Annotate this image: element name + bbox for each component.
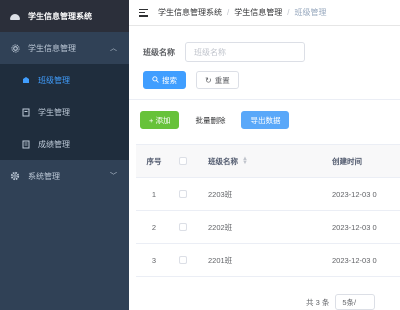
- add-button[interactable]: + 添加: [140, 111, 180, 129]
- batch-delete-button[interactable]: 批量删除: [187, 111, 234, 129]
- main-content: 班级名称 搜索 ↻ 重置 + 添加 批量删除 导出数据 序号 班级名称 ▲▼: [129, 26, 400, 310]
- chevron-up-icon: ︿: [110, 45, 117, 52]
- breadcrumb-current: 班级管理: [294, 8, 327, 17]
- cell-index: 2: [151, 222, 157, 232]
- sidebar-item-label: 成绩管理: [38, 139, 70, 149]
- search-form: 班级名称: [143, 42, 305, 62]
- settings-icon: [10, 43, 20, 53]
- sidebar-item-student-management[interactable]: 学生管理: [0, 96, 129, 128]
- sidebar-group-system-management[interactable]: 系统管理 ﹀: [0, 160, 129, 192]
- page-size-select[interactable]: 5条/: [335, 294, 376, 310]
- cell-select: [172, 256, 194, 264]
- table-header-row: 序号 班级名称 ▲ ▼ 创建时间: [136, 145, 400, 178]
- search-button-label: 搜索: [162, 75, 177, 85]
- column-header-class-name[interactable]: 班级名称 ▲ ▼: [194, 156, 318, 167]
- search-actions: 搜索 ↻ 重置: [143, 71, 239, 89]
- hamburger-icon[interactable]: [139, 8, 148, 17]
- sidebar-group-student-info[interactable]: 学生信息管理 ︿: [0, 32, 129, 64]
- refresh-icon: ↻: [205, 75, 212, 85]
- dashboard-icon: [10, 12, 20, 20]
- cell-index: 3: [151, 255, 157, 265]
- column-header-label: 班级名称: [208, 156, 238, 166]
- row-checkbox[interactable]: [179, 190, 187, 198]
- chevron-down-icon: ﹀: [110, 173, 117, 180]
- breadcrumb-item[interactable]: 学生信息管理: [234, 7, 282, 18]
- breadcrumb-item[interactable]: 学生信息管理系统: [158, 7, 222, 18]
- cell-class-name: 2203班: [208, 189, 233, 199]
- sort-icon[interactable]: ▲ ▼: [242, 156, 248, 166]
- reset-button[interactable]: ↻ 重置: [196, 71, 239, 89]
- sidebar-item-label: 班级管理: [38, 75, 70, 85]
- table-toolbar: + 添加 批量删除 导出数据: [140, 111, 290, 129]
- pagination-total: 共 3 条: [306, 297, 330, 307]
- gear-icon: [10, 171, 20, 181]
- class-name-input[interactable]: [185, 42, 305, 62]
- search-button[interactable]: 搜索: [143, 71, 186, 89]
- cell-select: [172, 223, 194, 231]
- row-checkbox[interactable]: [179, 256, 187, 264]
- search-icon: [152, 75, 159, 85]
- sidebar-group-label: 学生信息管理: [28, 43, 76, 53]
- table-row: 2 2202班 2023-12-03 0: [136, 211, 400, 244]
- cell-class-name: 2201班: [208, 255, 233, 265]
- submenu: 班级管理 学生管理 成绩管理: [0, 64, 129, 160]
- top-navbar: 学生信息管理系统 / 学生信息管理 / 班级管理: [129, 0, 400, 26]
- cell-select: [172, 190, 194, 198]
- breadcrumb-separator: /: [287, 8, 290, 17]
- select-all-checkbox[interactable]: [179, 157, 187, 165]
- pagination: 共 3 条 5条/: [306, 294, 376, 310]
- cell-index: 1: [151, 189, 157, 199]
- reset-button-label: 重置: [214, 75, 230, 85]
- row-checkbox[interactable]: [179, 223, 187, 231]
- sidebar-group-label: 系统管理: [28, 171, 60, 181]
- app-logo-text: 学生信息管理系统: [28, 11, 92, 21]
- cell-created-time: 2023-12-03 0: [332, 189, 377, 199]
- column-header-created-time[interactable]: 创建时间: [318, 156, 400, 167]
- app-logo: 学生信息管理系统: [0, 0, 129, 32]
- table-row: 1 2203班 2023-12-03 0: [136, 178, 400, 211]
- table-row: 3 2201班 2023-12-03 0: [136, 244, 400, 277]
- sidebar: 学生信息管理系统 学生信息管理 ︿ 班级管理 学生管理 成绩管理 系统管理 ﹀: [0, 0, 129, 310]
- score-icon: [22, 140, 30, 149]
- cell-class-name: 2202班: [208, 222, 233, 232]
- divider: [129, 99, 400, 100]
- student-icon: [22, 108, 30, 117]
- column-header-select: [172, 157, 194, 165]
- search-label: 班级名称: [143, 47, 175, 57]
- class-table: 序号 班级名称 ▲ ▼ 创建时间 1 2203班 2023-12-03 0 2 2…: [136, 144, 400, 277]
- sidebar-item-score-management[interactable]: 成绩管理: [0, 128, 129, 160]
- cell-created-time: 2023-12-03 0: [332, 255, 377, 265]
- column-header-index: 序号: [146, 156, 162, 166]
- cell-created-time: 2023-12-03 0: [332, 222, 377, 232]
- sidebar-item-label: 学生管理: [38, 107, 70, 117]
- export-button[interactable]: 导出数据: [241, 111, 290, 129]
- class-icon: [22, 76, 30, 85]
- sidebar-item-class-management[interactable]: 班级管理: [0, 64, 129, 96]
- breadcrumb-separator: /: [227, 8, 230, 17]
